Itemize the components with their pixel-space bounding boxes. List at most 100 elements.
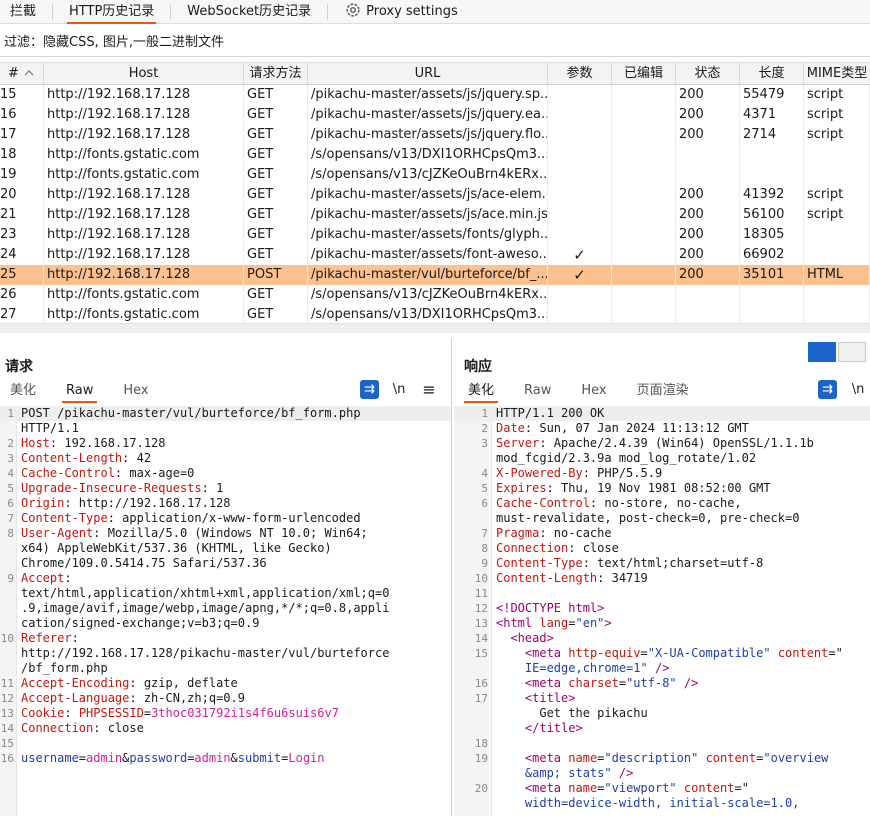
cell-number: 27 [0, 305, 44, 324]
code-line: 10 Content-Length: 34719 [454, 571, 870, 586]
cell-edited [612, 185, 676, 205]
line-number: 1 [7, 407, 14, 420]
line-number: 5 [481, 482, 488, 495]
column-header-status[interactable]: 状态 [676, 63, 740, 85]
code-token: Origin [21, 496, 65, 510]
cell-url: /s/opensans/v13/DXI1ORHCpsQm3... [311, 305, 548, 324]
code-token: Content-Type [21, 511, 108, 525]
column-header-number[interactable]: # [0, 63, 44, 85]
response-tab-raw[interactable]: Raw [514, 380, 561, 402]
code-line: 15 [0, 736, 451, 751]
code-line: 14 <head> [454, 631, 870, 646]
code-line: 19 <meta name="description" content="ove… [454, 751, 870, 766]
code-token: HTTP/1.1 [21, 421, 79, 435]
table-row[interactable]: 21 http://192.168.17.128 GET/pikachu-maste… [0, 205, 870, 225]
code-text: Connection: close [21, 721, 144, 736]
line-number: 3 [481, 437, 488, 450]
request-editor[interactable]: 1 POST /pikachu-master/vul/burteforce/bf_… [0, 406, 451, 816]
tab-proxy-settings[interactable]: Proxy settings [334, 0, 468, 24]
request-tab-raw[interactable]: Raw [56, 380, 103, 403]
cell-host: http://192.168.17.128 [47, 265, 244, 285]
code-text: Cookie: PHPSESSID=3thoc031792i1s4f6u6sui… [21, 706, 339, 721]
line-number: 14 [0, 722, 14, 735]
wrap-lines-icon[interactable]: ⇉ [818, 380, 837, 399]
code-token: <meta [524, 646, 569, 660]
cell-number: 20 [0, 185, 44, 205]
cell-params: ✓ [548, 245, 612, 265]
code-text: Server: Apache/2.4.39 (Win64) OpenSSL/1.… [496, 436, 814, 451]
code-token: : [64, 706, 79, 720]
line-number: 10 [0, 632, 14, 645]
table-row[interactable]: 27 http://fonts.gstatic.com GET/s/opensans… [0, 305, 870, 324]
table-row[interactable]: 24 http://192.168.17.128 GET/pikachu-maste… [0, 245, 870, 265]
code-token: http://192.168.17.128/pikachu-master/vul… [21, 646, 390, 660]
line-number: 16 [0, 752, 14, 765]
code-line: 18 [454, 736, 870, 751]
table-row[interactable]: 19 http://fonts.gstatic.com GET/s/opensans… [0, 165, 870, 185]
cell-edited [612, 105, 676, 125]
menu-icon[interactable]: ≡ [419, 380, 439, 400]
cell-params [548, 85, 612, 105]
table-row[interactable]: 16 http://192.168.17.128 GET/pikachu-maste… [0, 105, 870, 125]
column-header-edited[interactable]: 已编辑 [612, 63, 676, 85]
table-row[interactable]: 25 http://192.168.17.128 POST/pikachu-mast… [0, 265, 870, 285]
request-tab-pretty[interactable]: 美化 [0, 380, 46, 402]
response-tab-hex[interactable]: Hex [571, 380, 616, 402]
table-row[interactable]: 20 http://192.168.17.128 GET/pikachu-maste… [0, 185, 870, 205]
response-tab-pretty[interactable]: 美化 [458, 380, 504, 403]
cell-length: 4371 [743, 105, 804, 125]
tab-divider [52, 3, 54, 20]
filter-bar[interactable]: 过滤：隐藏CSS, 图片,一般二进制文件 [0, 30, 870, 57]
column-header-params[interactable]: 参数 [548, 63, 612, 85]
cell-method: GET [247, 185, 308, 205]
code-line: 9 Accept: [0, 571, 451, 586]
show-newlines-button[interactable]: \n [389, 380, 409, 400]
code-token: "X-UA-Compatible" [647, 646, 771, 660]
code-token: = [568, 616, 576, 630]
cell-mime [807, 245, 870, 265]
tab-http-history[interactable]: HTTP历史记录 [59, 0, 164, 24]
tab-intercept[interactable]: 拦截 [0, 0, 46, 24]
column-header-length[interactable]: 长度 [740, 63, 804, 85]
tab-websocket-history[interactable]: WebSocket历史记录 [177, 0, 321, 24]
line-number: 17 [474, 692, 488, 705]
horizontal-scrollbar[interactable] [0, 323, 870, 333]
cell-host: http://192.168.17.128 [47, 105, 244, 125]
line-number: 4 [481, 467, 488, 480]
table-row[interactable]: 23 http://192.168.17.128 GET/pikachu-maste… [0, 225, 870, 245]
code-token: = [78, 751, 87, 765]
response-editor[interactable]: 1 HTTP/1.1 200 OK 2 Date: Sun, 07 Jan 2024 … [454, 406, 870, 816]
code-text: .9,image/avif,image/webp,image/apng,*/*;… [21, 601, 389, 616]
cell-method: GET [247, 225, 308, 245]
sort-ascending-icon [24, 69, 34, 75]
show-newlines-button[interactable]: \n [848, 380, 868, 400]
code-line: 1 HTTP/1.1 200 OK [454, 406, 870, 421]
column-header-url[interactable]: URL [308, 63, 548, 85]
code-line: 17 <title> [454, 691, 870, 706]
line-number: 2 [481, 422, 488, 435]
tab-divider [170, 3, 172, 20]
request-tab-hex[interactable]: Hex [113, 380, 158, 402]
cell-params [548, 225, 612, 245]
code-token: name [568, 781, 598, 795]
code-text: Upgrade-Insecure-Requests: 1 [21, 481, 223, 496]
line-number: 8 [481, 542, 488, 555]
wrap-lines-icon[interactable]: ⇉ [360, 380, 379, 399]
column-header-method[interactable]: 请求方法 [244, 63, 308, 85]
cell-url: /pikachu-master/assets/js/jquery.ea... [311, 105, 548, 125]
column-header-host[interactable]: Host [44, 63, 244, 85]
table-row[interactable]: 18 http://fonts.gstatic.com GET/s/opensans… [0, 145, 870, 165]
column-header-mime[interactable]: MIME类型 [804, 63, 870, 85]
cell-status: 200 [679, 205, 740, 225]
table-row[interactable]: 17 http://192.168.17.128 GET/pikachu-maste… [0, 125, 870, 145]
table-row[interactable]: 15 http://192.168.17.128 GET/pikachu-maste… [0, 85, 870, 105]
code-text: Host: 192.168.17.128 [21, 436, 166, 451]
cell-number: 24 [0, 245, 44, 265]
line-number: 11 [0, 677, 14, 690]
cell-method: GET [247, 165, 308, 185]
table-row[interactable]: 26 http://fonts.gstatic.com GET/s/opensans… [0, 285, 870, 305]
code-token: : 1 [201, 481, 224, 495]
code-text: Expires: Thu, 19 Nov 1981 08:52:00 GMT [496, 481, 771, 496]
response-tab-render[interactable]: 页面渲染 [627, 380, 699, 402]
